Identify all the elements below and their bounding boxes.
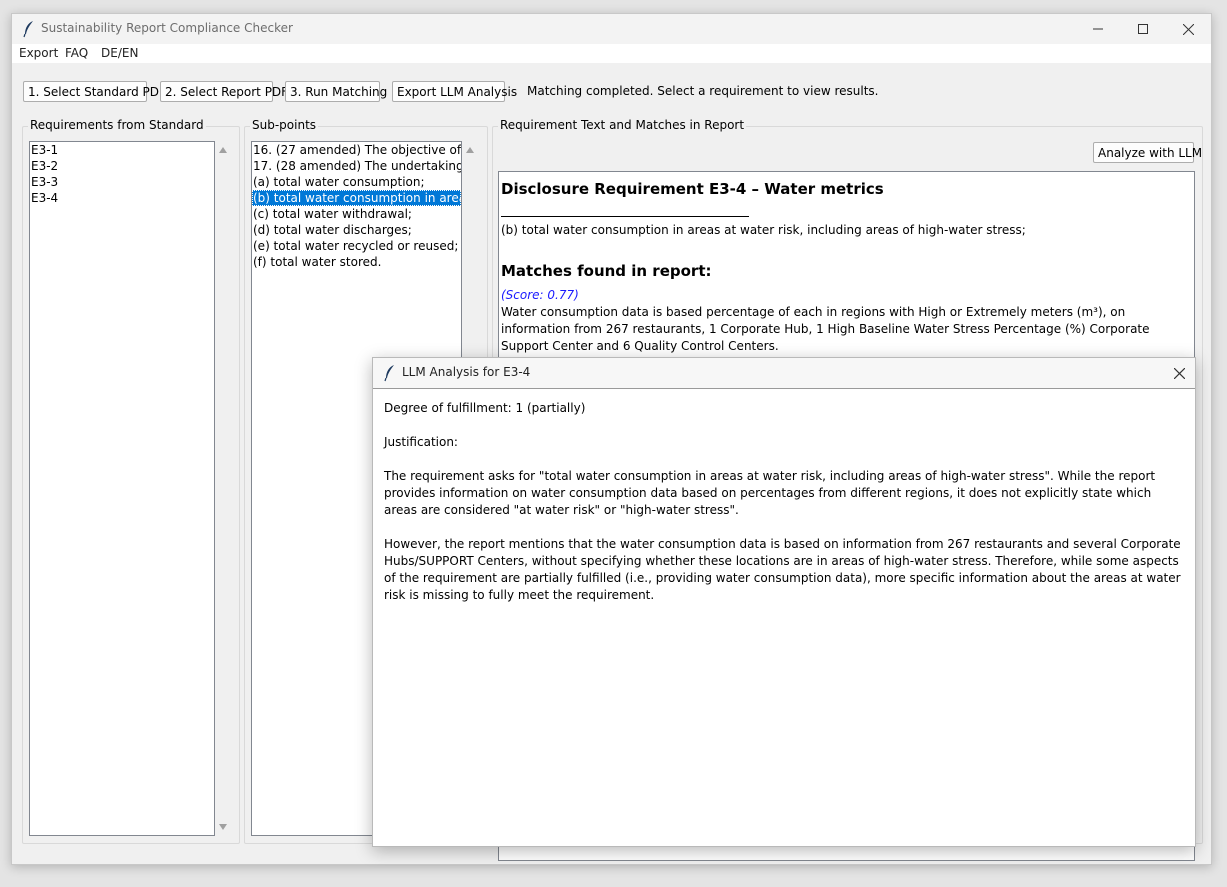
subpoint-text: (b) total water consumption in areas at … bbox=[501, 223, 1026, 237]
scroll-up-arrow-icon[interactable] bbox=[219, 147, 227, 153]
heading-divider bbox=[501, 216, 749, 217]
justification-paragraph: The requirement asks for "total water co… bbox=[384, 469, 1156, 517]
subpoint-item[interactable]: (d) total water discharges; bbox=[252, 222, 461, 238]
requirements-scrollbar[interactable] bbox=[215, 141, 232, 836]
feather-icon bbox=[384, 365, 394, 382]
requirements-list[interactable]: E3-1 E3-2 E3-3 E3-4 bbox=[29, 141, 215, 836]
run-matching-button[interactable]: 3. Run Matching bbox=[285, 81, 387, 102]
justification-paragraph: However, the report mentions that the wa… bbox=[384, 537, 1181, 602]
menu-bar: Export FAQ DE/EN bbox=[12, 44, 1211, 63]
requirements-label: Requirements from Standard bbox=[28, 118, 206, 132]
subpoint-item[interactable]: (f) total water stored. bbox=[252, 254, 461, 270]
close-icon bbox=[1182, 23, 1194, 35]
export-llm-analysis-button[interactable]: Export LLM Analysis bbox=[392, 81, 517, 102]
menu-faq[interactable]: FAQ bbox=[65, 46, 88, 60]
justification-label: Justification: bbox=[384, 435, 458, 449]
dialog-close-button[interactable] bbox=[1163, 358, 1195, 388]
analyze-with-llm-button[interactable]: Analyze with LLM bbox=[1093, 142, 1202, 163]
subpoints-label: Sub-points bbox=[250, 118, 319, 132]
matches-heading: Matches found in report: bbox=[501, 262, 712, 280]
minimize-icon bbox=[1093, 28, 1103, 30]
fulfillment-degree: Degree of fulfillment: 1 (partially) bbox=[384, 401, 586, 415]
requirement-item[interactable]: E3-4 bbox=[30, 190, 214, 206]
subpoint-item[interactable]: (e) total water recycled or reused; and bbox=[252, 238, 461, 254]
subpoint-item-selected[interactable]: (b) total water consumption in areas at … bbox=[252, 190, 461, 206]
title-bar: Sustainability Report Compliance Checker bbox=[12, 14, 1211, 44]
select-standard-button[interactable]: 1. Select Standard PDF bbox=[23, 81, 166, 102]
menu-export[interactable]: Export bbox=[19, 46, 58, 60]
match-score: (Score: 0.77) bbox=[501, 288, 579, 302]
subpoint-item[interactable]: (c) total water withdrawal; bbox=[252, 206, 461, 222]
subpoint-item[interactable]: (a) total water consumption; bbox=[252, 174, 461, 190]
requirement-item[interactable]: E3-2 bbox=[30, 158, 214, 174]
dialog-title: LLM Analysis for E3-4 bbox=[402, 365, 531, 379]
requirement-heading: Disclosure Requirement E3-4 – Water metr… bbox=[501, 180, 884, 198]
dialog-analysis-text[interactable]: Degree of fulfillment: 1 (partially) Jus… bbox=[384, 400, 1184, 621]
maximize-icon bbox=[1138, 24, 1148, 34]
requirement-item[interactable]: E3-3 bbox=[30, 174, 214, 190]
menu-language[interactable]: DE/EN bbox=[101, 46, 138, 60]
subpoint-item[interactable]: 16. (27 amended) The objective of this D… bbox=[252, 142, 461, 158]
dialog-title-bar: LLM Analysis for E3-4 bbox=[373, 358, 1195, 389]
select-report-button[interactable]: 2. Select Report PDF bbox=[160, 81, 288, 102]
maximize-button[interactable] bbox=[1120, 14, 1166, 44]
feather-icon bbox=[23, 21, 33, 38]
match-text: Water consumption data is based percenta… bbox=[501, 305, 1150, 353]
minimize-button[interactable] bbox=[1075, 14, 1121, 44]
scroll-down-arrow-icon[interactable] bbox=[219, 824, 227, 830]
llm-analysis-dialog: LLM Analysis for E3-4 Degree of fulfillm… bbox=[372, 357, 1196, 847]
scroll-up-arrow-icon[interactable] bbox=[466, 147, 474, 153]
status-message: Matching completed. Select a requirement… bbox=[527, 84, 879, 98]
details-label: Requirement Text and Matches in Report bbox=[498, 118, 747, 132]
subpoint-item[interactable]: 17. (28 amended) The undertaking shall d… bbox=[252, 158, 461, 174]
close-button[interactable] bbox=[1165, 14, 1211, 44]
window-title: Sustainability Report Compliance Checker bbox=[41, 21, 293, 35]
close-icon bbox=[1173, 367, 1185, 379]
requirement-item[interactable]: E3-1 bbox=[30, 142, 214, 158]
